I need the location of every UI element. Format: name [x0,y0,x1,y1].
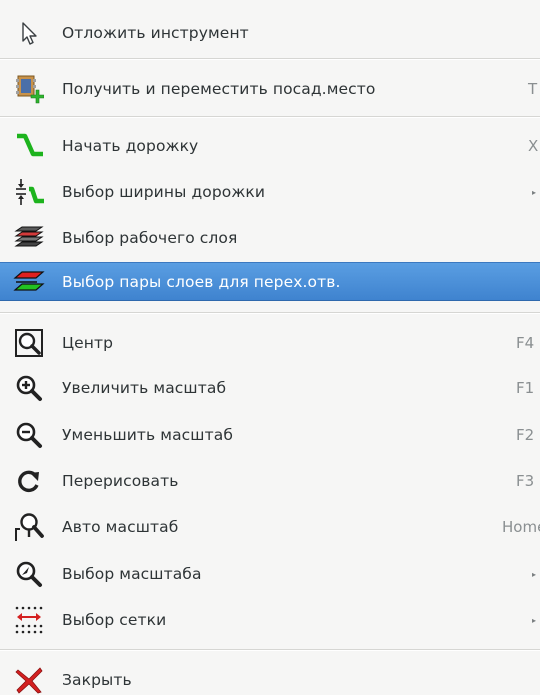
menu-separator [0,116,540,118]
zoom-auto-icon [12,510,46,544]
menu-item-close[interactable]: Закрыть [0,661,540,695]
zoom-select-icon [12,557,46,591]
track-width-icon [12,175,46,209]
menu-item-label: Центр [62,334,114,352]
menu-item-shortcut: F4 [516,334,535,352]
menu-item-shortcut: Home [502,518,540,536]
grid-select-icon [12,603,46,637]
menu-separator [0,312,540,314]
menu-item-zoom-out[interactable]: Уменьшить масштаб F2 [0,416,540,454]
close-icon [12,663,46,695]
menu-item-shortcut: T [528,80,538,98]
menu-separator [0,649,540,651]
layer-select-icon [12,221,46,255]
submenu-arrow-icon: ▸ [532,570,537,579]
zoom-out-icon [12,418,46,452]
menu-item-label: Выбор ширины дорожки [62,183,266,201]
menu-item-label: Выбор пары слоев для перех.отв. [62,272,341,291]
menu-item-label: Увеличить масштаб [62,379,227,397]
menu-item-shortcut: F3 [516,472,535,490]
menu-item-label: Авто масштаб [62,518,179,536]
context-menu: Отложить инструмент Получить и перемести… [0,0,540,695]
menu-item-track-width[interactable]: Выбор ширины дорожки ▸ [0,173,540,211]
menu-item-zoom-in[interactable]: Увеличить масштаб F1 [0,369,540,407]
track-icon [12,129,46,163]
menu-item-layer-pair[interactable]: Выбор пары слоев для перех.отв. [0,262,540,301]
zoom-center-icon [12,326,46,360]
menu-item-start-track[interactable]: Начать дорожку X [0,127,540,165]
menu-item-label: Выбор масштаба [62,565,202,583]
menu-item-shortcut: F1 [516,379,535,397]
menu-item-label: Выбор сетки [62,611,167,629]
cursor-arrow-icon [12,16,46,50]
menu-item-label: Получить и переместить посад.место [62,80,376,98]
menu-item-label: Уменьшить масштаб [62,426,233,444]
menu-item-zoom-center[interactable]: Центр F4 [0,324,540,362]
menu-item-label: Перерисовать [62,472,179,490]
menu-item-label: Закрыть [62,671,132,689]
redraw-icon [12,464,46,498]
menu-item-shortcut: F2 [516,426,535,444]
menu-item-redraw[interactable]: Перерисовать F3 [0,462,540,500]
menu-item-active-layer[interactable]: Выбор рабочего слоя [0,219,540,257]
footprint-move-icon [12,72,46,106]
menu-item-release-tool[interactable]: Отложить инструмент [0,14,540,52]
menu-separator [0,58,540,60]
submenu-arrow-icon: ▸ [532,616,537,625]
menu-item-label: Отложить инструмент [62,24,249,42]
menu-item-label: Выбор рабочего слоя [62,229,238,247]
menu-item-zoom-select[interactable]: Выбор масштаба ▸ [0,555,540,593]
menu-item-shortcut: X [528,137,539,155]
menu-item-move-footprint[interactable]: Получить и переместить посад.место T [0,70,540,108]
menu-item-label: Начать дорожку [62,137,199,155]
menu-item-grid-select[interactable]: Выбор сетки ▸ [0,601,540,639]
zoom-in-icon [12,371,46,405]
submenu-arrow-icon: ▸ [532,188,537,197]
menu-item-zoom-auto[interactable]: Авто масштаб Home [0,508,540,546]
layer-pair-icon [12,265,46,299]
